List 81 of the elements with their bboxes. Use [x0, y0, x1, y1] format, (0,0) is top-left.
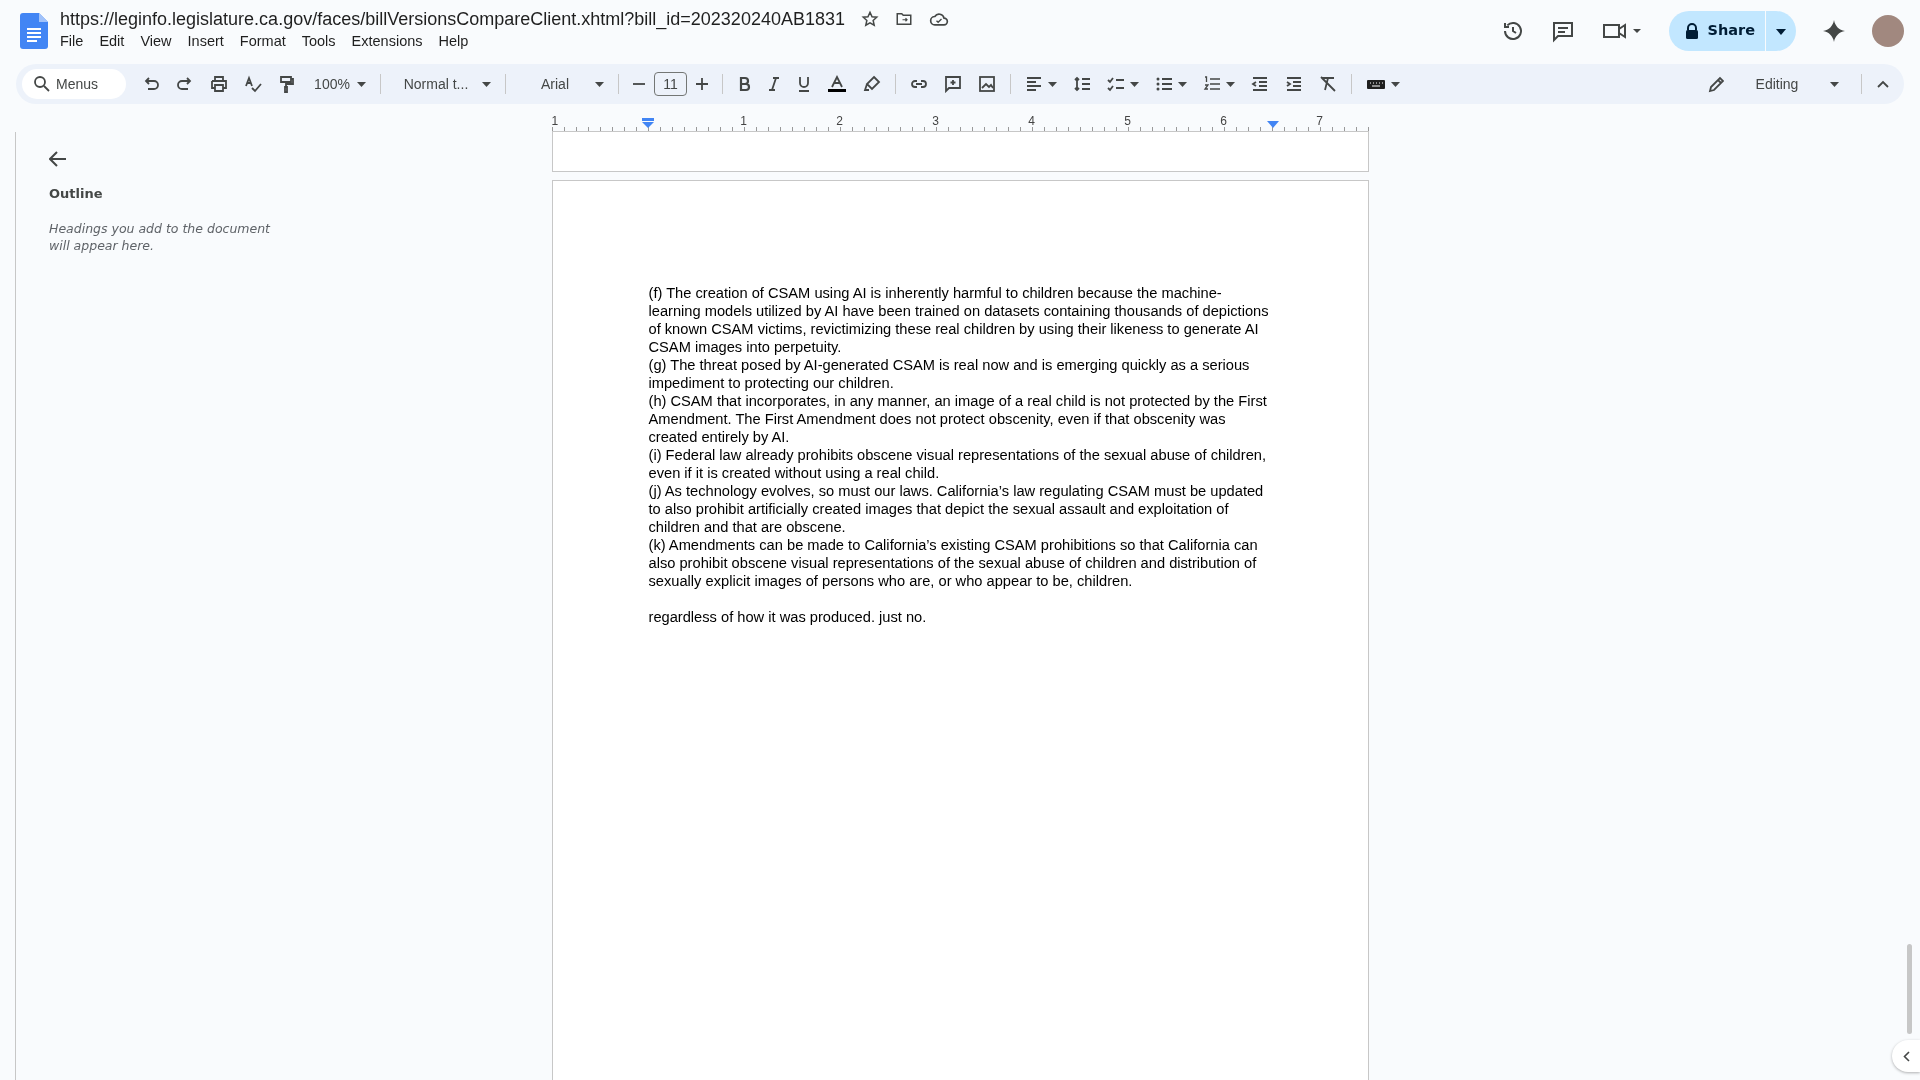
menu-item[interactable]: View — [132, 30, 180, 54]
checklist-icon — [1107, 75, 1125, 93]
menu-item[interactable]: Edit — [91, 30, 133, 54]
menus-search-field[interactable]: Menus — [22, 69, 126, 99]
scrollbar-thumb[interactable] — [1907, 944, 1912, 1034]
menu-item[interactable]: Format — [231, 30, 294, 54]
caret-icon — [1130, 81, 1139, 87]
plus-icon — [696, 78, 708, 90]
outline-title: Outline — [49, 185, 104, 203]
paragraph: (h) CSAM that incorporates, in any manner, an image of a real child is not protected by the First Amendment. The First Amendment does not protect obscenity, even if that obscenity was created entirely by AI. — [648, 392, 1268, 446]
paragraph: (f) The creation of CSAM using AI is inherently harmful to children because the machine-learning models utilized by AI have been trained on datasets containing thousands of depictions of known CSAM victims, revictimizing these real children by using their likeness to generate AI CSAM images into perpetuity. — [648, 284, 1270, 356]
side-panel-toggle-button[interactable] — [1892, 1040, 1920, 1072]
bold-icon — [737, 75, 751, 93]
ruler-number: 3 — [932, 113, 939, 130]
ruler-number: 6 — [1220, 113, 1227, 130]
line-spacing-icon — [1073, 75, 1091, 93]
caret-icon — [1830, 81, 1839, 87]
printer-icon — [210, 75, 228, 93]
menu-item[interactable]: Extensions — [343, 30, 431, 54]
docs-logo-icon[interactable] — [20, 13, 48, 49]
paint-roller-icon — [278, 75, 296, 93]
right-indent-marker-icon[interactable] — [1266, 121, 1279, 128]
menu-item[interactable]: Insert — [179, 30, 232, 54]
share-options-button[interactable] — [1765, 11, 1796, 51]
ruler-number: 2 — [836, 113, 843, 130]
comment-icon[interactable] — [1551, 19, 1576, 43]
ruler-number: 1 — [740, 113, 747, 130]
caret-icon — [357, 81, 366, 87]
star-icon[interactable] — [861, 10, 879, 29]
redo-icon — [176, 75, 194, 93]
style-dropdown[interactable]: Normal t... — [388, 70, 498, 98]
caret-icon — [482, 81, 491, 87]
menu-item[interactable]: Tools — [293, 30, 344, 54]
search-icon — [33, 75, 51, 93]
paragraph: (k) Amendments can be made to California’s existing CSAM prohibitions so that California can also prohibit obscene visual representations of the sexual abuse of children and distribution of sexually explicit images of persons who are, or who appear to be, children. — [648, 536, 1259, 590]
bulleted-list-icon — [1155, 75, 1173, 93]
caret-icon — [1776, 28, 1786, 35]
caret-icon — [1391, 81, 1400, 87]
caret-icon — [1226, 81, 1235, 87]
italic-icon — [767, 75, 781, 93]
align-left-icon — [1025, 75, 1043, 93]
ruler-number: 7 — [1316, 113, 1323, 130]
paragraph: (i) Federal law already prohibits obscene visual representations of the sexual abuse of children, even if it is created without using a real child. — [648, 446, 1268, 482]
decrease-indent-icon — [1251, 75, 1269, 93]
ruler-number: 4 — [1028, 113, 1035, 130]
paragraph: (j) As technology evolves, so must our laws. California’s law regulating CSAM must be updated to also prohibit artificially created images that depict the sexual assault and exploitation of children and that are obscene. — [648, 482, 1265, 536]
ruler-number: 1 — [551, 113, 559, 130]
font-size-field[interactable]: 11 — [654, 72, 687, 96]
clear-formatting-icon — [1319, 75, 1337, 93]
caret-icon — [1048, 81, 1057, 87]
underline-icon — [797, 75, 811, 93]
add-comment-icon — [944, 75, 962, 93]
spellcheck-icon — [244, 75, 262, 93]
increase-indent-icon — [1285, 75, 1303, 93]
image-icon — [978, 75, 996, 93]
paragraph: regardless of how it was produced. just no. — [648, 608, 928, 626]
ruler-number: 5 — [1124, 113, 1131, 130]
outline-hint: Headings you add to the document will appear here. — [49, 219, 272, 254]
minus-icon — [633, 83, 645, 85]
numbered-list-icon — [1203, 75, 1221, 93]
highlighter-icon — [863, 75, 881, 93]
paragraph: (g) The threat posed by AI-generated CSAM is real now and is emerging quickly as a serious impediment to protecting our children. — [648, 356, 1251, 392]
avatar[interactable] — [1872, 15, 1904, 47]
back-arrow-icon[interactable] — [49, 150, 67, 167]
text-color-icon — [827, 75, 847, 93]
menu-item[interactable]: File — [52, 30, 92, 54]
font-dropdown[interactable]: Arial — [513, 70, 611, 98]
caret-icon — [1178, 81, 1187, 87]
editing-mode-dropdown[interactable]: Editing — [1701, 70, 1846, 98]
pencil-icon — [1708, 75, 1724, 93]
lock-icon — [1685, 23, 1700, 39]
sparkle-icon[interactable] — [1822, 19, 1846, 43]
share-button[interactable]: Share — [1669, 11, 1765, 51]
document-title[interactable]: https://leginfo.legislature.ca.gov/faces/billVersionsCompareClient.xhtml?bill_id=202320240AB1831 — [60, 8, 845, 31]
undo-icon — [142, 75, 160, 93]
cloud-icon[interactable] — [929, 10, 949, 29]
chevron-left-icon — [1902, 1050, 1910, 1062]
menu-item[interactable]: Help — [430, 30, 477, 54]
left-indent-marker-icon[interactable] — [641, 118, 654, 128]
caret-icon — [595, 81, 604, 87]
zoom-dropdown[interactable]: 100% — [305, 70, 373, 98]
